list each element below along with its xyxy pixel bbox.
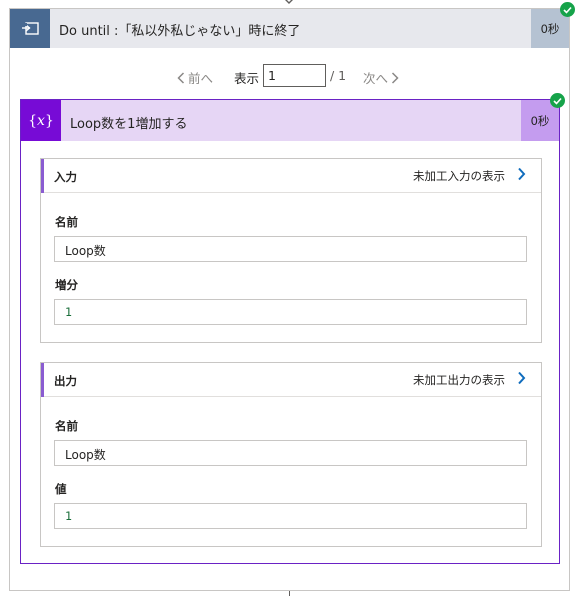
chevron-left-icon [177,71,185,84]
inputs-section: 入力 未加工入力の表示 名前 Loop数 増分 1 [40,158,542,343]
page-number-input[interactable] [263,64,326,87]
flow-arrow-icon [285,0,293,4]
output-value-label: 値 [55,482,67,496]
show-label: 表示 [234,71,260,86]
inputs-header: 入力 未加工入力の表示 [41,159,541,193]
input-increment-label: 増分 [55,278,78,292]
input-increment-value: 1 [54,299,527,325]
show-raw-outputs-link[interactable]: 未加工出力の表示 [413,372,505,388]
outputs-section: 出力 未加工出力の表示 名前 Loop数 値 1 [40,362,542,547]
output-name-value: Loop数 [54,440,527,466]
increment-variable-card: {𝑥} Loop数を1増加する 0秒 入力 未加工入力の表示 名前 Loop数 … [20,99,560,564]
variable-icon-glyph: {𝑥} [28,112,54,129]
variable-icon: {𝑥} [21,100,61,141]
chevron-right-icon[interactable] [517,371,526,385]
outputs-title: 出力 [54,374,77,388]
output-name-label: 名前 [55,419,78,433]
chevron-right-icon [391,71,399,84]
inputs-title: 入力 [54,170,77,184]
loop-success-check-icon [560,2,575,17]
chevron-right-icon[interactable] [517,167,526,181]
input-name-label: 名前 [55,215,78,229]
outputs-header: 出力 未加工出力の表示 [41,363,541,397]
prev-button[interactable]: 前へ [177,68,213,87]
page-total: / 1 [330,68,347,83]
increment-variable-header[interactable]: {𝑥} Loop数を1増加する 0秒 [21,100,559,141]
next-button[interactable]: 次へ [363,68,399,87]
next-label: 次へ [363,71,389,86]
prev-label: 前へ [188,71,214,86]
action-success-check-icon [550,93,565,108]
input-name-value: Loop数 [54,236,527,262]
section-accent [41,159,44,193]
do-until-card: Do until :「私以外私じゃない」時に終了 0秒 前へ 表示 / 1 次へ… [9,8,570,591]
do-until-header[interactable]: Do until :「私以外私じゃない」時に終了 0秒 [10,9,569,48]
loop-icon [10,9,50,48]
section-accent [41,363,44,397]
output-value-value: 1 [54,503,527,529]
iteration-pager: 前へ 表示 / 1 次へ [10,64,569,88]
increment-variable-title: Loop数を1増加する [70,117,188,132]
show-raw-inputs-link[interactable]: 未加工入力の表示 [413,168,505,184]
do-until-title: Do until :「私以外私じゃない」時に終了 [59,24,301,39]
